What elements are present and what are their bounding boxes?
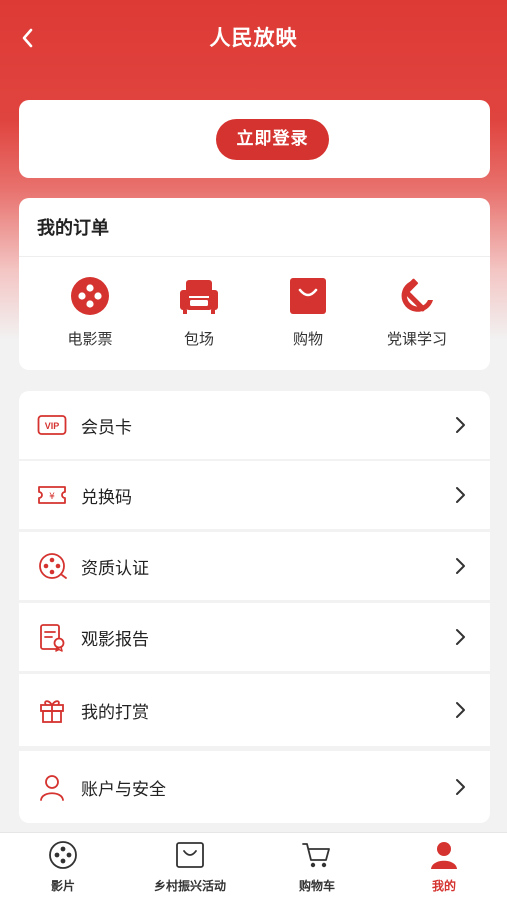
chevron-right-icon: [448, 775, 472, 799]
tab-label: 乡村振兴活动: [153, 879, 226, 893]
menu-item-viewing-report[interactable]: 观影报告: [19, 603, 490, 671]
page-title: 人民放映: [209, 26, 298, 50]
tab-films[interactable]: 影片: [0, 839, 126, 894]
certification-icon: [37, 551, 67, 581]
login-card: 立即登录: [19, 100, 490, 178]
user-icon: [37, 772, 67, 802]
divider: [19, 256, 490, 257]
menu-item-label: 观影报告: [81, 629, 149, 650]
order-item-label: 包场: [183, 330, 214, 348]
hammer-sickle-icon: [395, 274, 439, 318]
profile-icon: [428, 839, 460, 871]
chevron-right-icon: [448, 698, 472, 722]
menu-item-certification[interactable]: 资质认证: [19, 532, 490, 600]
order-party-study[interactable]: 党课学习: [362, 274, 472, 349]
report-icon: [37, 622, 67, 652]
menu-item-label: 我的打赏: [81, 702, 149, 723]
tab-label: 购物车: [298, 879, 335, 893]
menu-item-label: 资质认证: [81, 558, 149, 579]
shopping-bag-icon: [286, 274, 330, 318]
order-shopping[interactable]: 购物: [253, 274, 363, 349]
film-reel-icon: [68, 274, 112, 318]
menu-item-my-rewards[interactable]: 我的打赏: [19, 674, 490, 746]
orders-card: 我的订单 电影票 包场 购物 党课学习: [19, 198, 490, 370]
coupon-icon: ¥: [37, 480, 67, 510]
menu-item-label: 会员卡: [81, 417, 132, 438]
menu-item-vip-card[interactable]: VIP 会员卡: [19, 391, 490, 459]
menu-item-label: 兑换码: [81, 487, 132, 508]
vip-card-icon: VIP: [37, 410, 67, 440]
bottom-tab-bar: 影片 乡村振兴活动 购物车 我的: [0, 832, 507, 900]
tab-mine[interactable]: 我的: [381, 839, 507, 894]
order-item-label: 购物: [292, 330, 323, 348]
order-movie-ticket[interactable]: 电影票: [35, 274, 145, 349]
vip-badge-text: VIP: [45, 421, 60, 431]
gift-icon: [37, 695, 67, 725]
menu-list: VIP 会员卡 ¥ 兑换码 资质认证 观影报告 我的打赏 账户与安全: [19, 391, 490, 827]
login-button[interactable]: 立即登录: [216, 119, 329, 160]
order-private-screening[interactable]: 包场: [144, 274, 254, 349]
film-reel-icon: [47, 839, 79, 871]
chevron-right-icon: [448, 625, 472, 649]
tab-rural-revitalization[interactable]: 乡村振兴活动: [127, 839, 253, 894]
menu-item-label: 账户与安全: [81, 779, 166, 800]
cart-icon: [301, 839, 333, 871]
tab-label: 我的: [431, 879, 456, 893]
tab-cart[interactable]: 购物车: [254, 839, 380, 894]
shopping-bag-icon: [174, 839, 206, 871]
chevron-right-icon: [448, 483, 472, 507]
top-bar: 人民放映: [0, 0, 507, 76]
tab-label: 影片: [50, 879, 75, 893]
order-item-label: 党课学习: [386, 330, 447, 348]
orders-title: 我的订单: [37, 218, 109, 239]
chevron-right-icon: [448, 413, 472, 437]
order-item-label: 电影票: [67, 330, 113, 348]
menu-item-account-security[interactable]: 账户与安全: [19, 751, 490, 823]
coupon-symbol: ¥: [49, 492, 55, 502]
menu-item-redeem-code[interactable]: ¥ 兑换码: [19, 461, 490, 529]
sofa-icon: [177, 274, 221, 318]
chevron-right-icon: [448, 554, 472, 578]
